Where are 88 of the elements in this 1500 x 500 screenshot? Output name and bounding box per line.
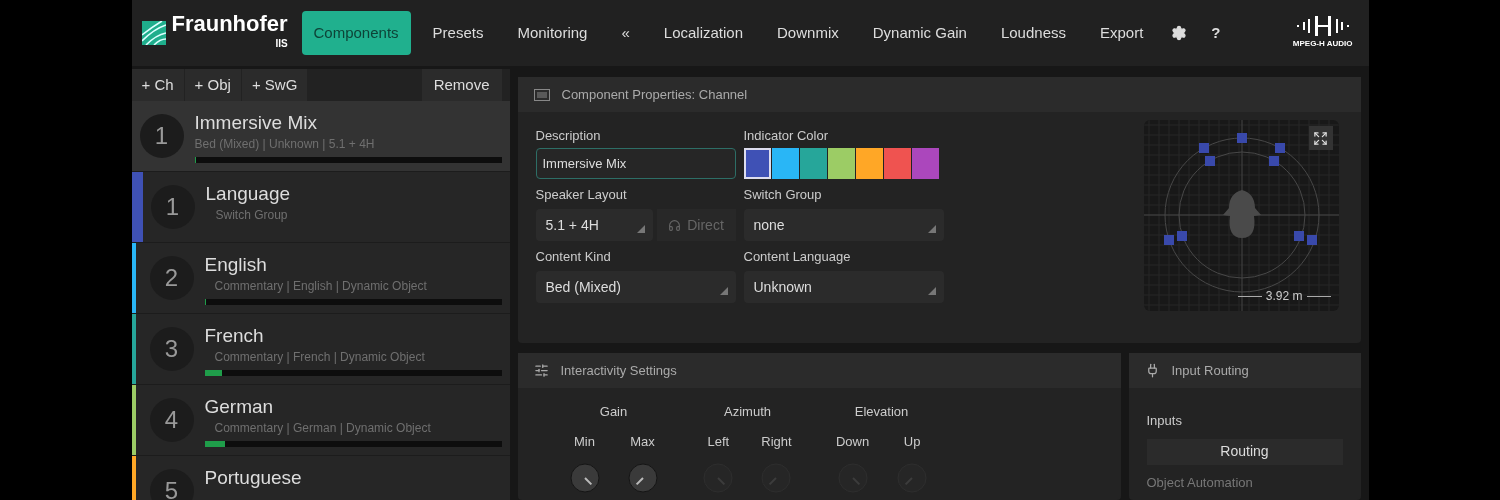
dropdown-corner-icon xyxy=(719,287,728,295)
content-kind-dropdown[interactable]: Bed (Mixed) xyxy=(535,271,736,303)
knob-label: Max xyxy=(630,432,655,451)
component-number: 1 xyxy=(165,192,180,222)
component-details: Switch Group xyxy=(214,206,289,224)
knob-label: Right xyxy=(761,432,792,451)
brand-subtitle: IIS xyxy=(275,39,288,49)
component-details: Commentary | French | Dynamic Object xyxy=(213,348,426,366)
color-swatch[interactable] xyxy=(827,148,855,179)
knob-group-label: Elevation xyxy=(854,403,909,421)
color-swatch[interactable] xyxy=(743,148,771,179)
panel-title: Interactivity Settings xyxy=(560,361,677,380)
component-row[interactable]: 4 German Commentary | German | Dynamic Object xyxy=(131,385,510,456)
knob[interactable] xyxy=(627,463,658,493)
headphones-icon xyxy=(668,218,682,232)
component-name: English xyxy=(204,253,268,277)
description-field[interactable]: Immersive Mix xyxy=(535,148,736,179)
add-component-button[interactable]: + SwG xyxy=(241,69,308,101)
add-component-button[interactable]: + Ch xyxy=(131,69,184,101)
settings-icon[interactable] xyxy=(1171,25,1188,41)
component-number: 1 xyxy=(154,121,169,151)
field-label: Indicator Color xyxy=(743,127,830,145)
field-label: Speaker Layout xyxy=(535,186,628,204)
component-number: 3 xyxy=(164,334,179,364)
component-row[interactable]: 2 English Commentary | English | Dynamic Object xyxy=(131,243,510,314)
nav-tab[interactable]: Localization xyxy=(651,11,756,55)
component-details: Commentary | German | Dynamic Object xyxy=(213,419,432,437)
component-name: Language xyxy=(205,182,292,206)
routing-button[interactable]: Routing xyxy=(1146,438,1343,465)
help-button[interactable]: ? xyxy=(1211,21,1221,45)
field-label: Switch Group xyxy=(743,186,823,204)
component-row[interactable]: 3 French Commentary | French | Dynamic Object xyxy=(131,314,510,385)
knob-label: Down xyxy=(835,432,870,451)
nav-tab[interactable]: Dynamic Gain xyxy=(860,11,979,55)
knob-label: Left xyxy=(707,432,730,451)
logo-stripes-icon xyxy=(141,21,166,45)
component-details: Bed (Mixed) | Unknown | 5.1 + 4H xyxy=(194,135,376,153)
nav-tab[interactable]: Monitoring xyxy=(505,11,600,55)
field-label: Description xyxy=(535,127,602,145)
add-component-button[interactable]: + Obj xyxy=(184,69,241,101)
nav-tab[interactable]: Export xyxy=(1088,11,1156,55)
dropdown-corner-icon xyxy=(636,225,645,233)
expand-button[interactable] xyxy=(1308,126,1333,150)
product-logo-text: MPEG-H AUDIO xyxy=(1292,38,1353,50)
field-label: Content Kind xyxy=(535,248,612,266)
component-row[interactable]: 1 Language Switch Group xyxy=(131,172,510,243)
content-language-dropdown[interactable]: Unknown xyxy=(743,271,944,303)
color-swatch[interactable] xyxy=(799,148,827,179)
nav-tab[interactable]: Downmix xyxy=(765,11,851,55)
speaker-layout-dropdown[interactable]: 5.1 + 4H xyxy=(535,209,653,241)
panel-list-icon xyxy=(533,88,550,101)
remove-button[interactable]: Remove xyxy=(421,69,502,101)
dropdown-corner-icon xyxy=(927,287,936,295)
component-row[interactable]: 1 Immersive Mix Bed (Mixed) | Unknown | 5.1 + 4H xyxy=(131,101,510,172)
component-number: 5 xyxy=(164,476,179,500)
panel-title: Input Routing xyxy=(1171,361,1249,380)
nav-tab[interactable]: « xyxy=(609,11,642,55)
switch-group-dropdown[interactable]: none xyxy=(743,209,944,241)
dropdown-corner-icon xyxy=(927,225,936,233)
knob-group-label: Azimuth xyxy=(724,403,771,421)
expand-icon xyxy=(1313,130,1328,146)
color-swatch[interactable] xyxy=(855,148,883,179)
field-label: Content Language xyxy=(743,248,852,266)
color-swatch[interactable] xyxy=(771,148,799,179)
inputs-label: Inputs xyxy=(1146,412,1183,430)
component-name: Portuguese xyxy=(204,466,303,490)
automation-label: Object Automation xyxy=(1146,473,1254,492)
knob-label: Min xyxy=(574,432,595,451)
panel-title: Component Properties: Channel xyxy=(561,85,748,104)
brand-name: Fraunhofer xyxy=(171,13,288,35)
component-number: 4 xyxy=(164,405,179,435)
color-swatch[interactable] xyxy=(883,148,911,179)
nav-tab[interactable]: Presets xyxy=(420,11,496,55)
component-name: German xyxy=(204,395,275,419)
nav-tab[interactable]: Loudness xyxy=(988,11,1078,55)
component-number: 2 xyxy=(164,263,179,293)
knob[interactable] xyxy=(569,463,600,493)
scale-label: 3.92 m xyxy=(1265,288,1303,305)
knob-group-label: Gain xyxy=(599,403,628,421)
audio-bars-logo-icon xyxy=(1294,16,1351,36)
color-swatch[interactable] xyxy=(911,148,939,179)
nav-tab[interactable]: Components xyxy=(301,11,411,55)
component-name: French xyxy=(204,324,265,348)
component-details: Commentary | English | Dynamic Object xyxy=(213,277,428,295)
knob-label: Up xyxy=(903,432,921,451)
sliders-icon xyxy=(533,363,549,378)
component-name: Immersive Mix xyxy=(194,111,318,135)
component-row[interactable]: 5 Portuguese xyxy=(131,456,510,500)
